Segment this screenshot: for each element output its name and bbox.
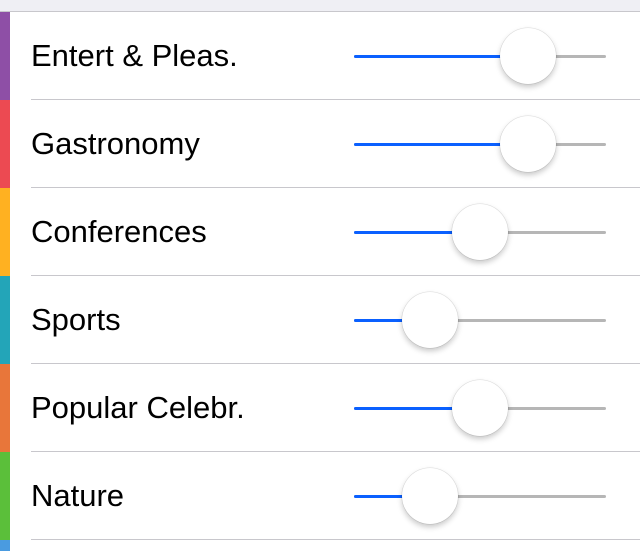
category-color-bar — [0, 364, 10, 452]
category-color-bar — [0, 452, 10, 540]
slider-thumb[interactable] — [499, 116, 556, 172]
category-row-partial — [0, 540, 640, 551]
category-slider[interactable] — [354, 364, 606, 452]
slider-thumb[interactable] — [452, 380, 508, 436]
category-label: Conferences — [31, 214, 207, 249]
category-label: Gastronomy — [31, 126, 200, 161]
category-row-gastronomy: Gastronomy — [0, 100, 640, 188]
category-label: Sports — [31, 302, 121, 337]
slider-thumb[interactable] — [499, 28, 556, 84]
category-color-bar — [0, 276, 10, 364]
category-row-nature: Nature — [0, 452, 640, 540]
category-slider[interactable] — [354, 188, 606, 276]
interest-preferences-screen: Entert & Pleas. Gastronomy Conferences S… — [0, 0, 640, 551]
category-label: Nature — [31, 478, 125, 513]
category-slider[interactable] — [354, 276, 606, 364]
category-row-sports: Sports — [0, 276, 640, 364]
top-band — [0, 0, 640, 12]
category-slider[interactable] — [354, 12, 606, 100]
category-label: Popular Celebr. — [31, 390, 245, 425]
category-slider[interactable] — [354, 100, 606, 188]
category-list: Entert & Pleas. Gastronomy Conferences S… — [0, 12, 640, 551]
slider-thumb[interactable] — [401, 292, 458, 348]
slider-thumb[interactable] — [452, 204, 508, 260]
category-color-bar — [0, 540, 10, 551]
category-row-conferences: Conferences — [0, 188, 640, 276]
category-row-entertainment: Entert & Pleas. — [0, 12, 640, 100]
category-slider[interactable] — [354, 452, 606, 540]
category-color-bar — [0, 100, 10, 188]
category-label: Entert & Pleas. — [31, 38, 238, 73]
category-color-bar — [0, 12, 10, 100]
slider-thumb[interactable] — [401, 468, 458, 524]
category-row-popular-celebrations: Popular Celebr. — [0, 364, 640, 452]
category-color-bar — [0, 188, 10, 276]
